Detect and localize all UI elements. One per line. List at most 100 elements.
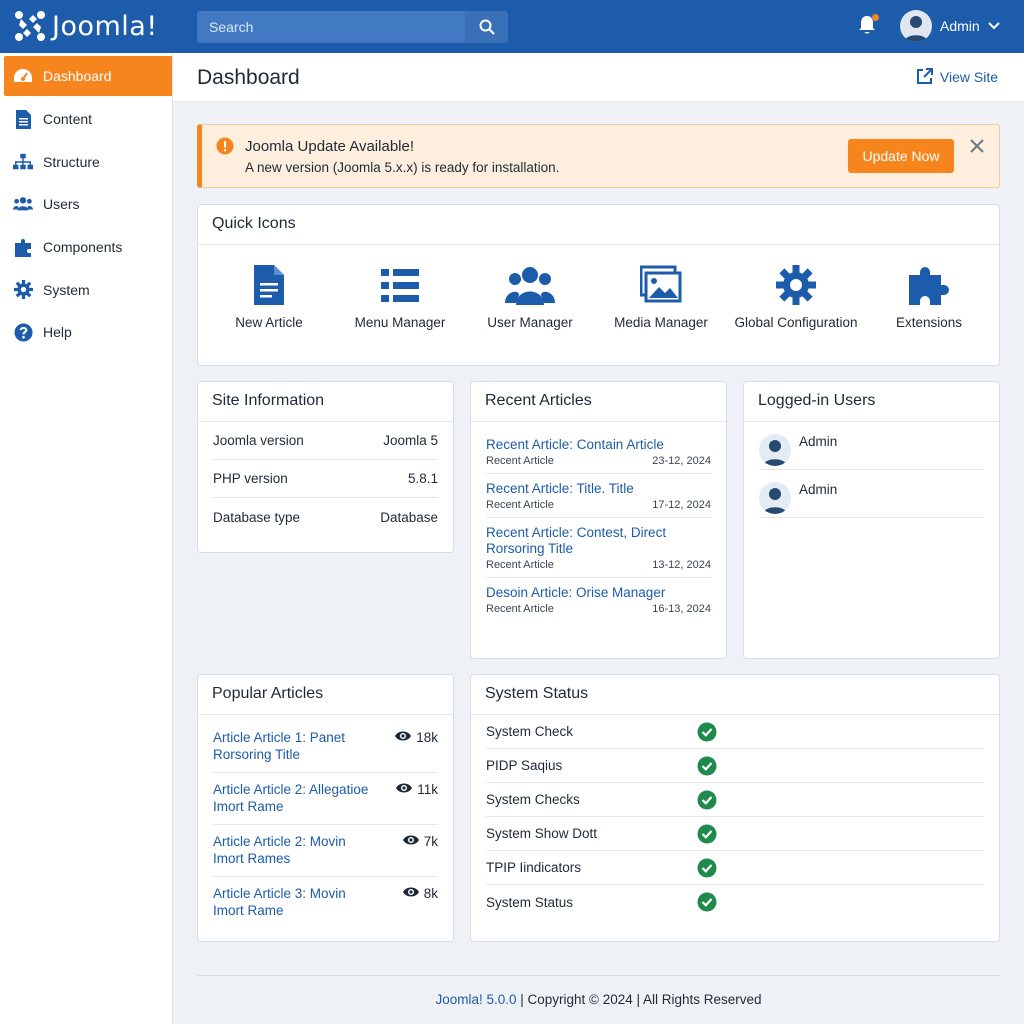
status-label: System Check [486, 724, 574, 739]
list-item[interactable]: Admin [759, 470, 984, 518]
quick-icon-menu-manager[interactable]: Menu Manager [330, 265, 470, 330]
sidebar-item-users[interactable]: Users [0, 183, 172, 226]
view-count: 8k [423, 886, 438, 901]
user-avatar-icon [763, 488, 787, 514]
check-circle-icon [697, 722, 717, 745]
card-title: Popular Articles [198, 675, 453, 715]
warning-icon [216, 137, 234, 160]
user-name: Admin [940, 18, 980, 34]
update-now-button[interactable]: Update Now [848, 139, 954, 173]
quick-icon-label: User Manager [487, 315, 573, 330]
status-label: PIDP Saqius [486, 758, 563, 773]
card-title: Quick Icons [198, 205, 999, 245]
quick-icon-media-manager[interactable]: Media Manager [591, 265, 731, 330]
chevron-down-icon [987, 22, 1000, 30]
user-name: Admin [799, 482, 838, 497]
article-link[interactable]: Recent Article: Title. Title [486, 481, 711, 497]
sidebar-item-structure[interactable]: Structure [0, 141, 172, 184]
article-date: 17-12, 2024 [652, 499, 711, 511]
quick-icon-label: Extensions [895, 315, 963, 330]
user-avatar-icon [763, 440, 787, 466]
joomla-logo-icon [15, 11, 45, 41]
status-label: TPIP Iindicators [486, 860, 582, 875]
sidebar-item-components[interactable]: Components [0, 226, 172, 269]
popular-articles-list: Article Article 1: Panet Rorsoring Title… [198, 715, 453, 928]
sidebar-item-system[interactable]: System [0, 268, 172, 311]
article-link[interactable]: Article Article 1: Panet Rorsoring Title [213, 729, 378, 763]
page-title: Dashboard [197, 66, 300, 89]
sidebar-item-label: Components [43, 239, 123, 256]
close-alert-button[interactable] [970, 139, 990, 159]
status-label: System Checks [486, 792, 580, 807]
view-site-link[interactable]: View Site [916, 68, 998, 85]
list-item[interactable]: Admin [759, 422, 984, 470]
file-icon [13, 109, 33, 129]
sitemap-icon [13, 152, 33, 172]
view-count: 18k [416, 730, 438, 745]
article-link[interactable]: Desoin Article: Orise Manager [486, 585, 711, 601]
article-link[interactable]: Article Article 3: Movin Imort Rame [213, 885, 378, 919]
users-icon [13, 194, 33, 214]
quick-icon-extensions[interactable]: Extensions [859, 265, 999, 330]
quick-icon-global-configuration[interactable]: Global Configuration [726, 265, 866, 330]
search-button[interactable] [465, 11, 508, 43]
users-icon [505, 267, 555, 305]
gear-icon [776, 265, 816, 305]
eye-icon [402, 887, 419, 897]
top-bar: Joomla! Admin [0, 0, 1024, 53]
footer-divider [197, 975, 1000, 976]
alert-title: Joomla Update Available! [245, 138, 414, 155]
quick-icon-label: Menu Manager [354, 315, 446, 330]
info-label: Database type [213, 509, 301, 525]
search-icon [479, 19, 495, 35]
article-link[interactable]: Article Article 2: Movin Imort Rames [213, 833, 378, 867]
quick-icon-user-manager[interactable]: User Manager [460, 265, 600, 330]
status-row: PIDP Saqius [486, 749, 984, 783]
footer-version-link[interactable]: Joomla! 5.0.0 [435, 992, 516, 1007]
info-row-database-type: Database type Database [213, 498, 438, 536]
cubes-icon [13, 237, 33, 258]
check-circle-icon [697, 892, 717, 915]
article-meta: Recent Article [486, 499, 554, 511]
info-label: PHP version [213, 471, 288, 486]
article-link[interactable]: Article Article 2: Allegatioe Imort Rame [213, 781, 378, 815]
search-input[interactable] [197, 11, 465, 43]
check-circle-icon [697, 790, 717, 813]
speedometer-icon [13, 66, 33, 86]
article-link[interactable]: Recent Article: Contain Article [486, 437, 711, 453]
list-item: Recent Article: Title. Title Recent Arti… [486, 474, 711, 518]
eye-icon [395, 731, 412, 741]
list-item: Desoin Article: Orise Manager Recent Art… [486, 578, 711, 621]
card-title: Recent Articles [471, 382, 726, 422]
eye-icon [402, 835, 419, 845]
footer: Joomla! 5.0.0 | Copyright © 2024 | All R… [173, 992, 1024, 1007]
quick-icon-label: New Article [235, 315, 303, 330]
system-status-card: System Status System Check PIDP Saqius S… [470, 674, 1000, 942]
title-bar: Dashboard View Site [173, 53, 1024, 102]
joomla-logo[interactable]: Joomla! [14, 10, 158, 42]
article-date: 13-12, 2024 [652, 559, 711, 571]
update-alert: Joomla Update Available! A new version (… [197, 124, 1000, 188]
article-link[interactable]: Recent Article: Contest, Direct Rorsorin… [486, 525, 711, 557]
sidebar-item-help[interactable]: Help [0, 311, 172, 354]
images-icon [640, 265, 682, 303]
article-meta: Recent Article [486, 603, 554, 615]
site-information-card: Site Information Joomla version Joomla 5… [197, 381, 454, 553]
check-circle-icon [697, 756, 717, 779]
list-item: Article Article 2: Movin Imort Rames 7k [213, 825, 438, 877]
card-title: Site Information [198, 382, 453, 422]
notifications-button[interactable] [856, 14, 880, 38]
avatar [759, 434, 791, 466]
sidebar-item-dashboard[interactable]: Dashboard [4, 56, 172, 96]
quick-icon-new-article[interactable]: New Article [199, 265, 339, 330]
check-circle-icon [697, 824, 717, 847]
user-menu[interactable]: Admin [900, 10, 1000, 42]
puzzle-icon [909, 267, 949, 305]
info-row-joomla-version: Joomla version Joomla 5 [213, 422, 438, 460]
list-icon [381, 269, 419, 302]
check-circle-icon [697, 858, 717, 881]
user-avatar-icon [904, 16, 928, 42]
avatar [900, 10, 932, 42]
view-count: 11k [417, 782, 438, 797]
sidebar-item-content[interactable]: Content [0, 98, 172, 141]
